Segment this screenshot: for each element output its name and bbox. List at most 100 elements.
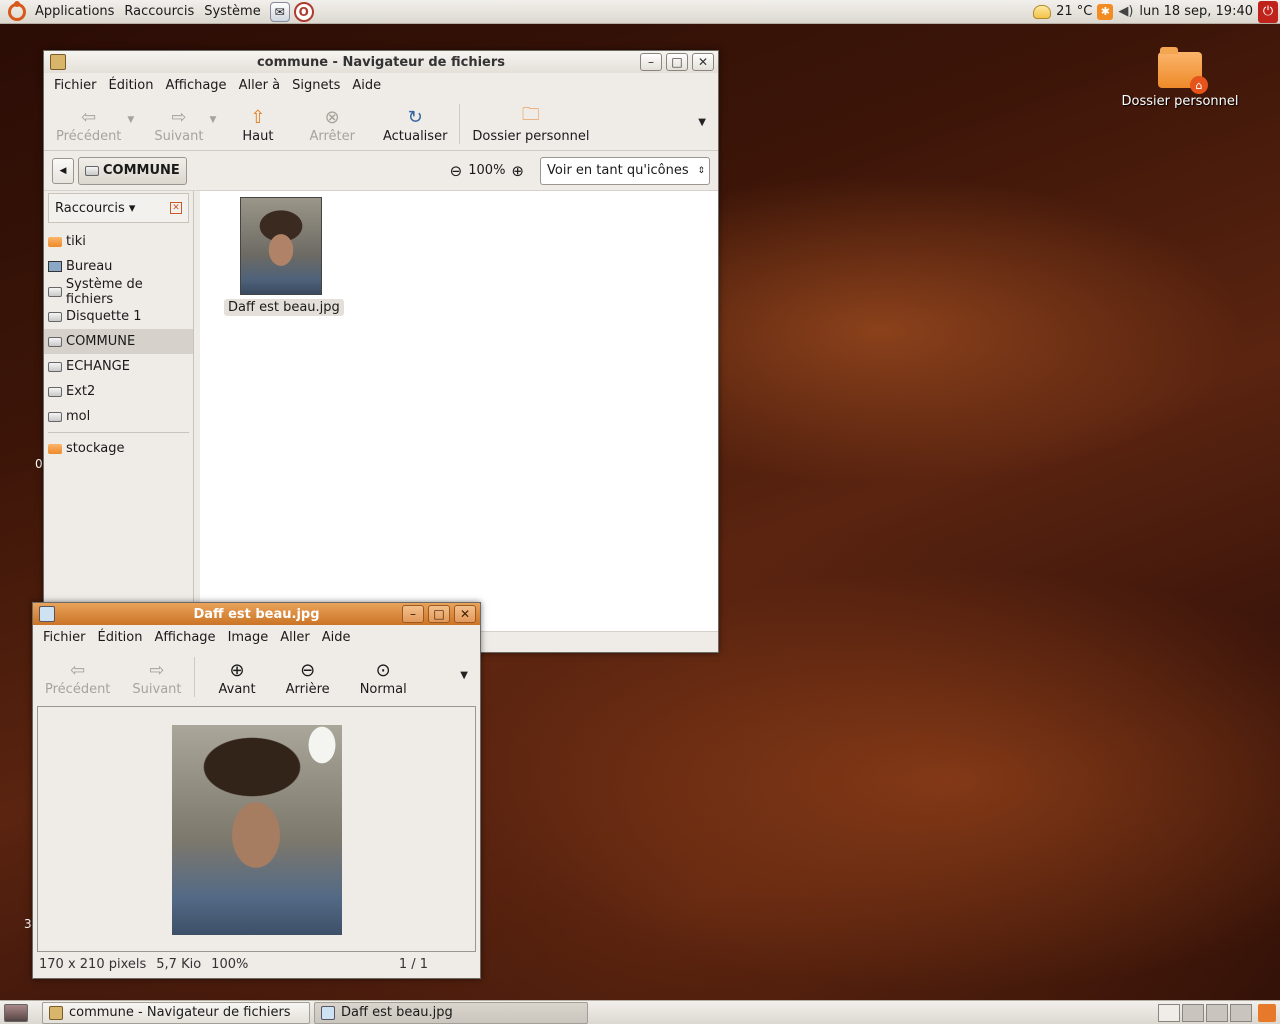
menu-applications[interactable]: Applications	[30, 4, 119, 19]
maximize-button[interactable]: □	[428, 605, 450, 623]
menu-aide[interactable]: Aide	[316, 630, 357, 645]
view-mode-select[interactable]: Voir en tant qu'icônes ⇕	[540, 156, 710, 185]
zoom-in-button[interactable]: ⊕ Avant	[213, 658, 262, 698]
sidebar-item-commune[interactable]: COMMUNE	[44, 329, 193, 354]
floppy-icon	[48, 311, 62, 322]
workspace-2[interactable]	[1182, 1003, 1204, 1022]
path-crumb-commune[interactable]: COMMUNE	[78, 156, 187, 185]
drive-icon	[48, 361, 62, 372]
back-arrow-icon: ⇦	[70, 659, 86, 681]
image-viewer-menubar: Fichier Édition Affichage Image Aller Ai…	[33, 625, 480, 649]
show-desktop-icon[interactable]	[4, 1003, 28, 1022]
menu-signets[interactable]: Signets	[286, 78, 346, 93]
weather-temp[interactable]: 21 °C	[1056, 4, 1092, 19]
clock[interactable]: lun 18 sep, 19:40	[1139, 4, 1253, 19]
close-button[interactable]: ✕	[692, 53, 714, 71]
zoom-level[interactable]: 100%	[468, 163, 505, 178]
menu-systeme[interactable]: Système	[199, 4, 265, 19]
workspace-4[interactable]	[1230, 1003, 1252, 1022]
menu-edition[interactable]: Édition	[103, 78, 160, 93]
minimize-button[interactable]: –	[402, 605, 424, 623]
workspace-1[interactable]	[1158, 1003, 1180, 1022]
back-history-dropdown[interactable]: ▼	[127, 115, 134, 125]
desktop-home-folder[interactable]: ⌂ Dossier personnel	[1118, 47, 1242, 109]
drive-icon	[48, 286, 62, 297]
notification-icon[interactable]: ✱	[1097, 3, 1114, 20]
path-back-button[interactable]: ◀	[52, 157, 74, 184]
sidebar-item-systeme[interactable]: Système de fichiers	[44, 277, 193, 307]
browser-launcher-icon[interactable]: O	[293, 1, 314, 22]
zoom-in-icon: ⊕	[229, 659, 245, 681]
menu-raccourcis[interactable]: Raccourcis	[119, 4, 199, 19]
bottom-panel: commune - Navigateur de fichiers Daff es…	[0, 1000, 1280, 1024]
trash-icon[interactable]	[1258, 1003, 1276, 1022]
toolbar-separator	[193, 657, 195, 697]
close-button[interactable]: ✕	[454, 605, 476, 623]
up-button[interactable]: ⇧ Haut	[236, 105, 279, 145]
zoom-out-icon[interactable]: ⊖	[450, 162, 463, 180]
workspace-switcher	[1158, 1003, 1252, 1022]
next-image-button[interactable]: ⇨ Suivant	[126, 658, 187, 698]
mail-launcher-icon[interactable]: ✉	[269, 1, 290, 22]
image-viewer-toolbar: ⇦ Précédent ⇨ Suivant ⊕ Avant ⊖ Arrière …	[33, 649, 480, 703]
back-button[interactable]: ⇦ Précédent	[50, 105, 127, 145]
menu-aller-a[interactable]: Aller à	[233, 78, 287, 93]
zoom-normal-icon: ⊙	[375, 659, 391, 681]
image-canvas[interactable]	[37, 706, 476, 952]
volume-icon[interactable]: ◀)	[1118, 4, 1134, 19]
toolbar-overflow-icon[interactable]: ▼	[698, 117, 712, 128]
sidebar-item-disquette[interactable]: Disquette 1	[44, 304, 193, 329]
workspace-3[interactable]	[1206, 1003, 1228, 1022]
file-name-label[interactable]: Daff est beau.jpg	[224, 299, 344, 316]
menu-aide[interactable]: Aide	[346, 78, 387, 93]
file-manager-titlebar[interactable]: commune - Navigateur de fichiers – □ ✕	[44, 51, 718, 73]
image-viewer-app-icon[interactable]	[39, 606, 55, 622]
drive-icon	[85, 165, 99, 176]
sidebar-item-mol[interactable]: mol	[44, 404, 193, 429]
zoom-out-button[interactable]: ⊖ Arrière	[280, 658, 336, 698]
previous-image-button[interactable]: ⇦ Précédent	[39, 658, 116, 698]
ubuntu-logo-icon[interactable]	[8, 0, 26, 21]
displayed-photo	[172, 725, 342, 935]
up-arrow-icon: ⇧	[250, 106, 266, 128]
image-viewer-titlebar[interactable]: Daff est beau.jpg – □ ✕	[33, 603, 480, 625]
minimize-button[interactable]: –	[640, 53, 662, 71]
home-button[interactable]: 🗀 Dossier personnel	[466, 104, 595, 144]
sidebar-close-icon[interactable]: ✕	[170, 202, 182, 214]
top-panel: Applications Raccourcis Système ✉ O 21 °…	[0, 0, 1280, 24]
menu-affichage[interactable]: Affichage	[148, 630, 221, 645]
forward-button[interactable]: ⇨ Suivant	[148, 105, 209, 145]
zoom-normal-button[interactable]: ⊙ Normal	[354, 658, 413, 698]
menu-aller[interactable]: Aller	[274, 630, 315, 645]
menu-affichage[interactable]: Affichage	[159, 78, 232, 93]
file-manager-title: commune - Navigateur de fichiers	[256, 54, 506, 70]
menu-fichier[interactable]: Fichier	[37, 630, 92, 645]
toolbar-overflow-icon[interactable]: ▼	[460, 670, 474, 681]
location-bar: ◀ COMMUNE ⊖ 100% ⊕ Voir en tant qu'icône…	[44, 151, 718, 191]
sidebar-item-echange[interactable]: ECHANGE	[44, 354, 193, 379]
reload-button[interactable]: ↻ Actualiser	[377, 105, 453, 145]
maximize-button[interactable]: □	[666, 53, 688, 71]
select-updown-icon: ⇕	[697, 165, 705, 176]
menu-edition[interactable]: Édition	[92, 630, 149, 645]
sidebar-header[interactable]: Raccourcis ▾ ✕	[48, 193, 189, 223]
file-thumbnail[interactable]	[240, 197, 322, 295]
stop-button[interactable]: ⊗ Arrêter	[303, 105, 361, 145]
home-folder-icon: 🗀	[521, 104, 540, 125]
zoom-in-icon[interactable]: ⊕	[511, 162, 524, 180]
file-manager-app-icon[interactable]	[50, 54, 66, 70]
toolbar-separator	[459, 104, 461, 144]
icon-view[interactable]: Daff est beau.jpg	[200, 191, 718, 631]
sidebar-item-bureau[interactable]: Bureau	[44, 254, 193, 279]
sidebar-item-stockage[interactable]: stockage	[44, 436, 193, 461]
menu-fichier[interactable]: Fichier	[48, 78, 103, 93]
taskbar-file-manager[interactable]: commune - Navigateur de fichiers	[42, 1001, 310, 1024]
sidebar-item-tiki[interactable]: tiki	[44, 229, 193, 254]
forward-history-dropdown[interactable]: ▼	[209, 115, 216, 125]
back-arrow-icon: ⇦	[81, 106, 97, 128]
power-icon[interactable]: ⏻	[1258, 0, 1278, 23]
menu-image[interactable]: Image	[222, 630, 275, 645]
sidebar-item-ext2[interactable]: Ext2	[44, 379, 193, 404]
taskbar-image-viewer[interactable]: Daff est beau.jpg	[314, 1001, 588, 1024]
weather-icon[interactable]	[1033, 4, 1052, 19]
